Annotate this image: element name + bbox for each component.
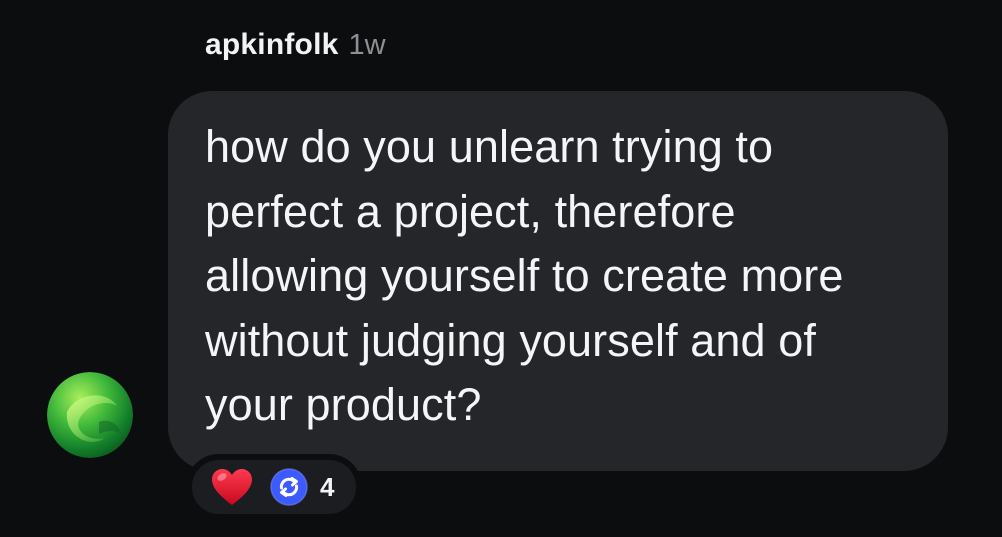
restack-icon[interactable]: [270, 468, 308, 506]
username-link[interactable]: apkinfolk: [205, 28, 339, 62]
comment-text: how do you unlearn trying to perfect a p…: [205, 115, 935, 438]
comment-line: allowing yourself to create more: [205, 250, 844, 301]
comment-bubble: how do you unlearn trying to perfect a p…: [168, 91, 948, 471]
comment-line: how do you unlearn trying to: [205, 121, 774, 172]
green-orb-avatar-icon: [47, 372, 133, 458]
timestamp: 1w: [348, 29, 386, 61]
comment-line: your product?: [205, 379, 482, 430]
comment-line: perfect a project, therefore: [205, 185, 736, 237]
reaction-count: 4: [320, 471, 335, 502]
comment-header: apkinfolk 1w: [205, 28, 386, 72]
user-avatar[interactable]: [47, 372, 133, 458]
reactions-pill[interactable]: 4: [186, 454, 362, 520]
heart-icon[interactable]: [210, 467, 254, 507]
comment-line: without judging yourself and of: [205, 314, 816, 366]
